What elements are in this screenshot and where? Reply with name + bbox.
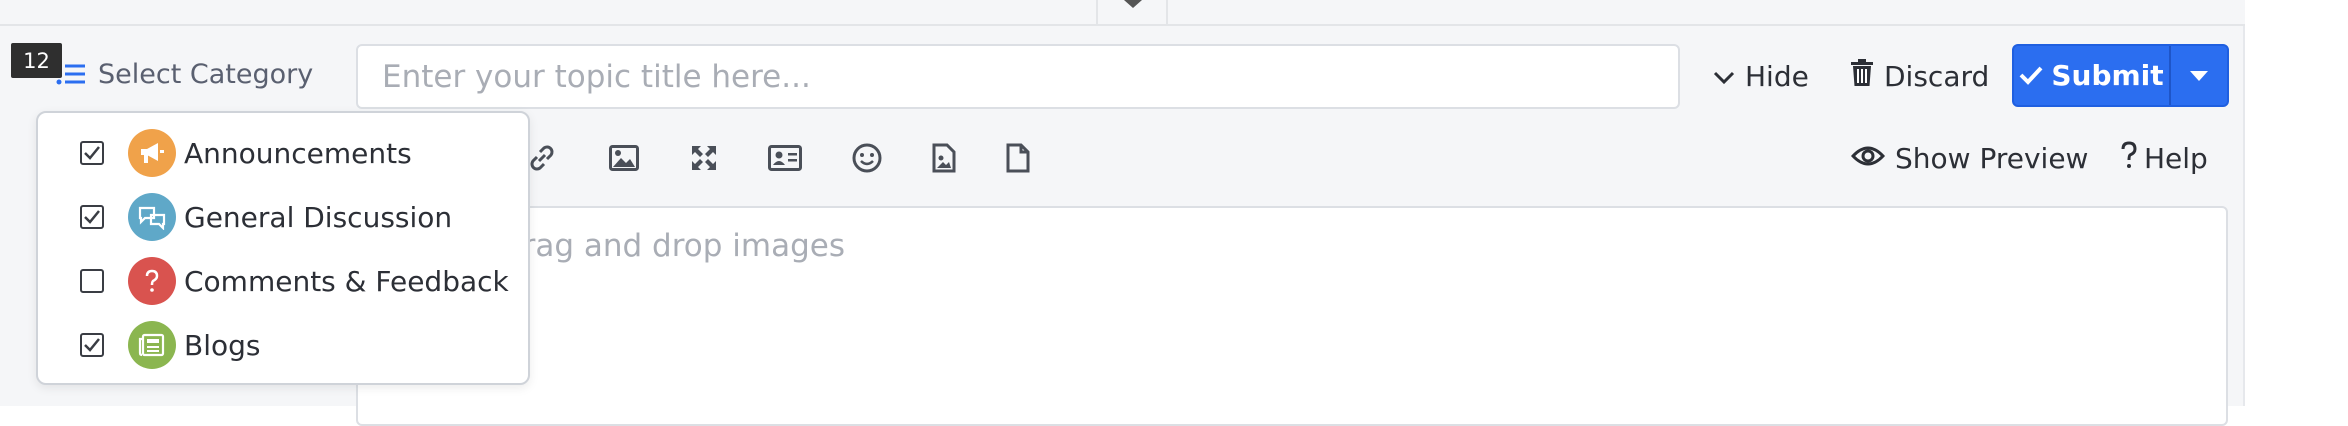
checkbox-checked[interactable] xyxy=(80,333,104,357)
checkbox-unchecked[interactable] xyxy=(80,269,104,293)
select-category-button[interactable]: Select Category xyxy=(56,56,313,92)
category-label: Announcements xyxy=(184,136,412,170)
newspaper-icon xyxy=(128,321,176,369)
hide-button[interactable]: Hide xyxy=(1713,52,1809,100)
category-label: General Discussion xyxy=(184,200,453,234)
expand-icon[interactable] xyxy=(686,140,722,176)
category-dropdown: Announcements General Discussion Comment… xyxy=(36,111,530,385)
checkbox-checked[interactable] xyxy=(80,205,104,229)
submit-button-group: Submit xyxy=(2012,44,2229,107)
category-label: Comments & Feedback xyxy=(184,264,509,298)
category-label: Blogs xyxy=(184,328,261,362)
divider xyxy=(1166,0,1168,26)
select-category-label: Select Category xyxy=(98,58,314,90)
checkbox-checked[interactable] xyxy=(80,141,104,165)
question-icon xyxy=(128,257,176,305)
submit-options-dropdown[interactable] xyxy=(2171,46,2227,105)
image-icon[interactable] xyxy=(606,140,642,176)
discard-label: Discard xyxy=(1884,59,1990,93)
chevron-down-icon xyxy=(1713,60,1735,93)
category-item-comments-feedback[interactable]: Comments & Feedback xyxy=(38,251,528,311)
show-preview-label: Show Preview xyxy=(1895,141,2089,175)
id-card-icon[interactable] xyxy=(767,140,803,176)
caret-down-icon xyxy=(2190,70,2208,81)
caret-down-icon[interactable] xyxy=(1124,0,1142,8)
editor-placeholder: lrag and drop images xyxy=(514,228,846,264)
megaphone-icon xyxy=(128,129,176,177)
hide-label: Hide xyxy=(1745,59,1809,93)
divider xyxy=(1096,0,1098,26)
question-icon xyxy=(2120,140,2138,176)
help-button[interactable]: Help xyxy=(2120,138,2208,178)
editor-textarea[interactable]: lrag and drop images xyxy=(356,206,2228,426)
topic-title-input[interactable] xyxy=(356,44,1680,109)
chat-bubbles-icon xyxy=(128,193,176,241)
category-item-general-discussion[interactable]: General Discussion xyxy=(38,187,528,247)
check-icon xyxy=(2019,59,2043,92)
eye-icon xyxy=(1850,142,1886,175)
category-item-blogs[interactable]: Blogs xyxy=(38,315,528,375)
category-item-announcements[interactable]: Announcements xyxy=(38,123,528,183)
discard-button[interactable]: Discard xyxy=(1850,52,1989,100)
trash-icon xyxy=(1850,58,1874,94)
selection-count-badge: 12 xyxy=(11,43,62,78)
help-label: Help xyxy=(2144,141,2208,175)
file-image-icon[interactable] xyxy=(926,140,962,176)
submit-button[interactable]: Submit xyxy=(2014,46,2171,105)
file-icon[interactable] xyxy=(1000,140,1036,176)
top-strip xyxy=(0,0,2245,26)
show-preview-button[interactable]: Show Preview xyxy=(1850,138,2089,178)
submit-label: Submit xyxy=(2051,59,2164,92)
smiley-icon[interactable] xyxy=(849,140,885,176)
